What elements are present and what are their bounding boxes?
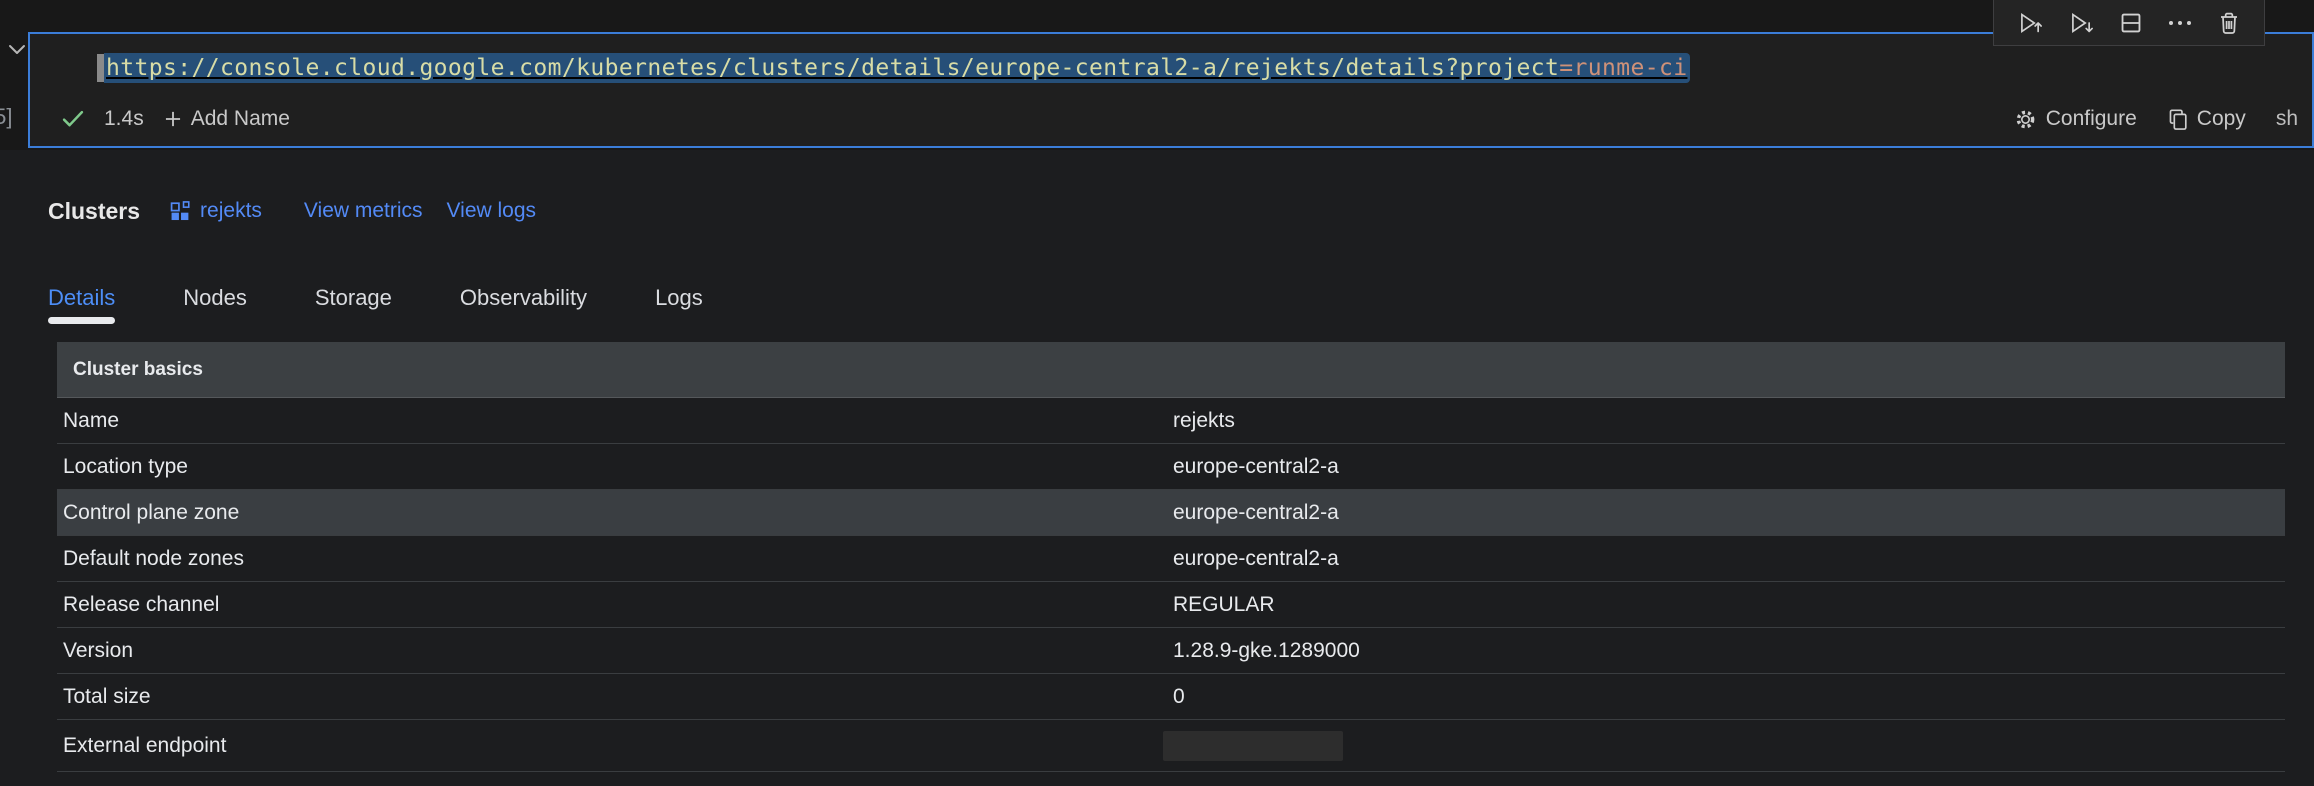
row-value: europe-central2-a xyxy=(1173,455,2285,479)
row-label: Location type xyxy=(57,455,1173,479)
table-section-header: Cluster basics xyxy=(57,342,2285,398)
add-name-button[interactable]: Add Name xyxy=(164,107,290,131)
tab-label: Nodes xyxy=(183,285,247,311)
view-metrics-link[interactable]: View metrics xyxy=(304,199,423,223)
cell-toolbar xyxy=(1993,0,2265,46)
cell-editor-line[interactable]: https://console.cloud.google.com/kuberne… xyxy=(30,50,2312,86)
cluster-basics-table: Cluster basics Name rejekts Location typ… xyxy=(57,342,2285,772)
configure-label: Configure xyxy=(2046,107,2137,131)
cluster-link[interactable]: rejekts xyxy=(170,199,262,223)
table-row-release-channel[interactable]: Release channel REGULAR xyxy=(57,582,2285,628)
tab-label: Details xyxy=(48,285,115,311)
tab-logs[interactable]: Logs xyxy=(621,270,737,326)
cluster-name-link: rejekts xyxy=(200,199,262,223)
command-url[interactable]: https://console.cloud.google.com/kuberne… xyxy=(104,53,1690,83)
cell-execution-count: [5] xyxy=(0,104,12,130)
copy-icon xyxy=(2167,108,2188,131)
redacted-value xyxy=(1163,731,1343,761)
row-value: 0 xyxy=(1173,685,2285,709)
copy-label: Copy xyxy=(2197,107,2246,131)
configure-button[interactable]: Configure xyxy=(2014,107,2137,131)
row-value: rejekts xyxy=(1173,409,2285,433)
page-title: Clusters xyxy=(48,198,140,225)
row-label: Release channel xyxy=(57,593,1173,617)
cell-output-webview: Clusters rejekts View metrics View logs … xyxy=(0,150,2314,786)
table-row-default-node-zones[interactable]: Default node zones europe-central2-a xyxy=(57,536,2285,582)
row-label: Version xyxy=(57,639,1173,663)
cluster-tabs: Details Nodes Storage Observability Logs xyxy=(14,270,737,326)
chevron-down-icon[interactable] xyxy=(6,42,28,56)
row-label: Default node zones xyxy=(57,547,1173,571)
tab-label: Storage xyxy=(315,285,392,311)
table-row-control-plane-zone[interactable]: Control plane zone europe-central2-a xyxy=(57,490,2285,536)
success-check-icon xyxy=(62,110,84,128)
tab-nodes[interactable]: Nodes xyxy=(149,270,281,326)
split-cell-icon[interactable] xyxy=(2119,11,2143,35)
copy-button[interactable]: Copy xyxy=(2167,107,2246,131)
run-below-icon[interactable] xyxy=(2069,11,2095,35)
active-tab-underline xyxy=(48,317,115,324)
row-label: External endpoint xyxy=(57,734,1173,758)
row-value: europe-central2-a xyxy=(1173,547,2285,571)
tab-label: Observability xyxy=(460,285,587,311)
row-value: 1.28.9-gke.1289000 xyxy=(1173,639,2285,663)
section-title: Cluster basics xyxy=(73,359,203,381)
row-value: europe-central2-a xyxy=(1173,501,2285,525)
table-row-external-endpoint[interactable]: External endpoint xyxy=(57,720,2285,772)
cell-language-label[interactable]: sh xyxy=(2276,107,2298,131)
run-above-icon[interactable] xyxy=(2018,11,2044,35)
tab-label: Logs xyxy=(655,285,703,311)
plus-icon xyxy=(164,110,182,128)
table-row-name[interactable]: Name rejekts xyxy=(57,398,2285,444)
table-row-version[interactable]: Version 1.28.9-gke.1289000 xyxy=(57,628,2285,674)
execution-duration: 1.4s xyxy=(104,107,144,131)
more-actions-icon[interactable] xyxy=(2167,19,2193,27)
row-value: REGULAR xyxy=(1173,593,2285,617)
row-label: Name xyxy=(57,409,1173,433)
view-logs-link[interactable]: View logs xyxy=(447,199,537,223)
tab-details[interactable]: Details xyxy=(14,270,149,326)
delete-cell-icon[interactable] xyxy=(2218,11,2240,35)
cluster-header: Clusters rejekts View metrics View logs xyxy=(48,190,536,232)
tab-storage[interactable]: Storage xyxy=(281,270,426,326)
table-row-location-type[interactable]: Location type europe-central2-a xyxy=(57,444,2285,490)
notebook-cell[interactable]: https://console.cloud.google.com/kuberne… xyxy=(28,32,2314,148)
url-base-text: https://console.cloud.google.com/kuberne… xyxy=(106,55,1559,81)
gear-icon xyxy=(2014,108,2037,131)
cell-status-bar: 1.4s Add Name Configure xyxy=(30,100,2312,138)
row-label: Total size xyxy=(57,685,1173,709)
text-cursor xyxy=(97,54,104,82)
cluster-icon xyxy=(170,201,191,222)
tab-observability[interactable]: Observability xyxy=(426,270,621,326)
add-name-label: Add Name xyxy=(191,107,290,131)
row-value xyxy=(1173,731,2285,761)
table-row-total-size[interactable]: Total size 0 xyxy=(57,674,2285,720)
row-label: Control plane zone xyxy=(57,501,1173,525)
url-param-text: =runme-ci xyxy=(1559,55,1687,81)
